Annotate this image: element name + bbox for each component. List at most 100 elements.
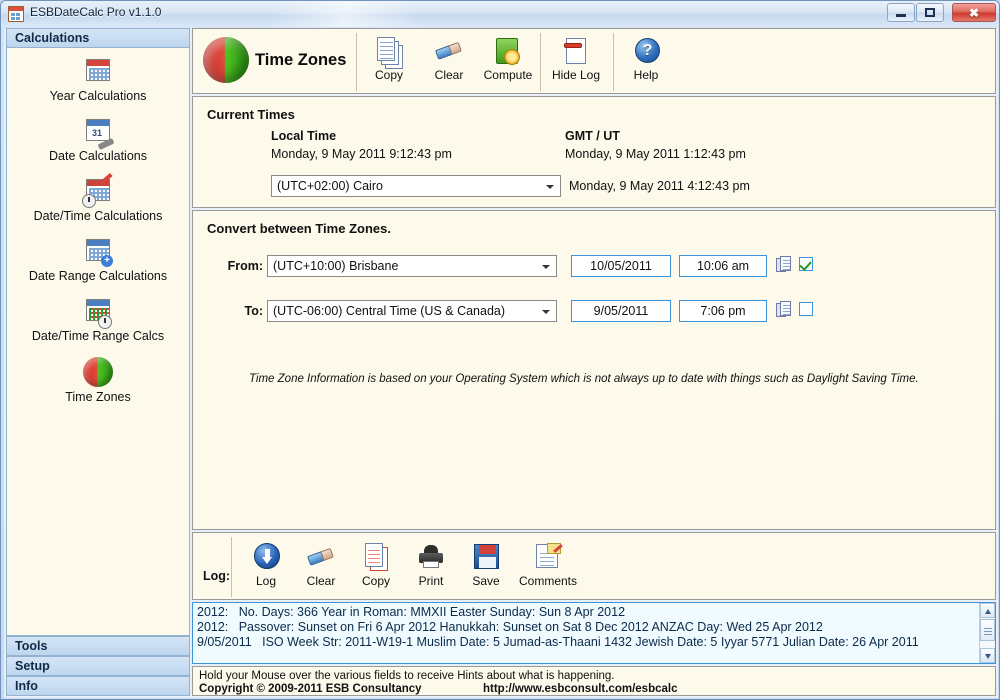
log-button-label: Print xyxy=(418,574,444,588)
from-date-input[interactable]: 10/05/2011 xyxy=(571,255,671,277)
help-button[interactable]: ? Help xyxy=(615,35,677,89)
sidebar-category-calculations[interactable]: Calculations xyxy=(6,28,190,48)
current-timezone-combo[interactable]: (UTC+02:00) Cairo xyxy=(271,175,561,197)
title-bar[interactable]: ESBDateCalc Pro v1.1.0 ✖ xyxy=(1,1,999,27)
eraser-icon xyxy=(433,35,465,67)
scrollbar-thumb[interactable] xyxy=(980,619,995,641)
page-toolbar: Time Zones Copy Clear Compute Hide Log ?… xyxy=(192,28,996,94)
from-timezone-combo[interactable]: (UTC+10:00) Brisbane xyxy=(267,255,557,277)
sidebar: Calculations Year Calculations 31 Date C… xyxy=(6,28,190,696)
copy-pages-icon xyxy=(373,35,405,67)
maximize-button[interactable] xyxy=(916,3,944,22)
convert-group: Convert between Time Zones. From: (UTC+1… xyxy=(192,210,996,530)
sidebar-item-date-time-range-calcs[interactable]: Date/Time Range Calcs xyxy=(7,296,189,343)
from-label: From: xyxy=(227,259,263,273)
sidebar-category-label: Setup xyxy=(15,659,50,673)
current-timezone-value: (UTC+02:00) Cairo xyxy=(277,179,383,193)
minimize-button[interactable] xyxy=(887,3,915,22)
log-clear-button[interactable]: Clear xyxy=(292,541,350,593)
log-toolbar: Log: Log Clear Copy Print Save Comments xyxy=(192,532,996,600)
log-scrollbar[interactable] xyxy=(979,603,995,663)
local-time-value: Monday, 9 May 2011 9:12:43 pm xyxy=(271,147,452,161)
page-title: Time Zones xyxy=(255,51,347,69)
copy-page-red-icon xyxy=(360,541,392,573)
log-comments-button[interactable]: Comments xyxy=(508,541,588,593)
to-label: To: xyxy=(244,304,263,318)
toolbar-button-label: Help xyxy=(633,68,659,82)
printer-icon xyxy=(415,541,447,573)
log-save-button[interactable]: Save xyxy=(457,541,515,593)
from-time-input[interactable]: 10:06 am xyxy=(679,255,767,277)
to-time-input[interactable]: 7:06 pm xyxy=(679,300,767,322)
timezone-note: Time Zone Information is based on your O… xyxy=(249,373,919,385)
sidebar-item-time-zones[interactable]: Time Zones xyxy=(7,356,189,404)
copyright-text: Copyright © 2009-2011 ESB Consultancy xyxy=(199,683,422,695)
calendar-plus-icon: + xyxy=(82,236,114,268)
log-print-button[interactable]: Print xyxy=(402,541,460,593)
sidebar-item-date-calculations[interactable]: 31 Date Calculations xyxy=(7,116,189,163)
chevron-down-icon xyxy=(542,265,550,269)
log-copy-button[interactable]: Copy xyxy=(347,541,405,593)
to-date-input[interactable]: 9/05/2011 xyxy=(571,300,671,322)
sidebar-items-panel: Year Calculations 31 Date Calculations D… xyxy=(6,48,190,636)
chevron-down-icon xyxy=(546,185,554,189)
page-minus-icon xyxy=(560,35,592,67)
sidebar-category-setup[interactable]: Setup xyxy=(6,656,190,676)
toolbar-button-label: Clear xyxy=(434,68,464,82)
log-button-label: Copy xyxy=(361,574,390,588)
current-times-title: Current Times xyxy=(207,107,295,122)
application-window: ESBDateCalc Pro v1.1.0 ✖ Calculations Ye… xyxy=(0,0,1000,700)
sidebar-item-label: Date/Time Calculations xyxy=(33,209,163,223)
client-area: Calculations Year Calculations 31 Date C… xyxy=(4,28,998,698)
sidebar-category-info[interactable]: Info xyxy=(6,676,190,696)
sidebar-item-date-time-calculations[interactable]: Date/Time Calculations xyxy=(7,172,189,223)
gmt-label: GMT / UT xyxy=(565,129,620,143)
calendar-red-icon xyxy=(82,56,114,88)
sidebar-item-label: Date Calculations xyxy=(49,149,147,163)
scroll-up-button[interactable] xyxy=(980,603,995,618)
current-times-group: Current Times Local Time Monday, 9 May 2… xyxy=(192,96,996,208)
to-timezone-combo[interactable]: (UTC-06:00) Central Time (US & Canada) xyxy=(267,300,557,322)
titlebar-highlight xyxy=(271,1,421,27)
log-toolbar-divider xyxy=(231,537,232,597)
log-button[interactable]: Log xyxy=(237,541,295,593)
sidebar-category-label: Tools xyxy=(15,639,48,653)
sidebar-category-label: Info xyxy=(15,679,38,693)
comments-note-icon xyxy=(532,541,564,573)
sidebar-item-label: Date/Time Range Calcs xyxy=(31,329,165,343)
website-link[interactable]: http://www.esbconsult.com/esbcalc xyxy=(483,683,677,695)
eraser-icon xyxy=(305,541,337,573)
sidebar-category-tools[interactable]: Tools xyxy=(6,636,190,656)
local-time-label: Local Time xyxy=(271,129,337,143)
help-question-icon: ? xyxy=(630,35,662,67)
calendar-clock-pencil-icon xyxy=(82,172,114,208)
from-copy-icon[interactable] xyxy=(776,256,792,274)
compute-button[interactable]: Compute xyxy=(477,35,539,89)
globe-icon xyxy=(82,357,114,389)
log-button-label: Clear xyxy=(306,574,336,588)
scroll-down-button[interactable] xyxy=(980,648,995,663)
copy-button[interactable]: Copy xyxy=(358,35,420,89)
globe-icon xyxy=(203,37,249,83)
sidebar-item-label: Date Range Calculations xyxy=(28,269,168,283)
close-button[interactable]: ✖ xyxy=(952,3,996,22)
to-timezone-value: (UTC-06:00) Central Time (US & Canada) xyxy=(273,304,506,318)
download-arrow-icon xyxy=(250,541,282,573)
hide-log-button[interactable]: Hide Log xyxy=(541,35,611,89)
sidebar-item-date-range-calculations[interactable]: + Date Range Calculations xyxy=(7,236,189,283)
log-textarea[interactable]: 2012: No. Days: 366 Year in Roman: MMXII… xyxy=(192,602,996,664)
sidebar-item-year-calculations[interactable]: Year Calculations xyxy=(7,56,189,103)
chevron-down-icon xyxy=(542,310,550,314)
log-button-label: Log xyxy=(255,574,277,588)
toolbar-button-label: Compute xyxy=(483,68,533,82)
from-checkbox[interactable] xyxy=(799,257,813,271)
chevron-up-icon xyxy=(985,609,991,614)
current-timezone-time: Monday, 9 May 2011 4:12:43 pm xyxy=(569,179,750,193)
to-copy-icon[interactable] xyxy=(776,301,792,319)
calendar-wrench-icon: 31 xyxy=(82,116,115,151)
floppy-disk-icon xyxy=(470,541,502,573)
to-checkbox[interactable] xyxy=(799,302,813,316)
chevron-down-icon xyxy=(985,654,991,659)
clear-button[interactable]: Clear xyxy=(418,35,480,89)
log-button-label: Comments xyxy=(518,574,577,588)
